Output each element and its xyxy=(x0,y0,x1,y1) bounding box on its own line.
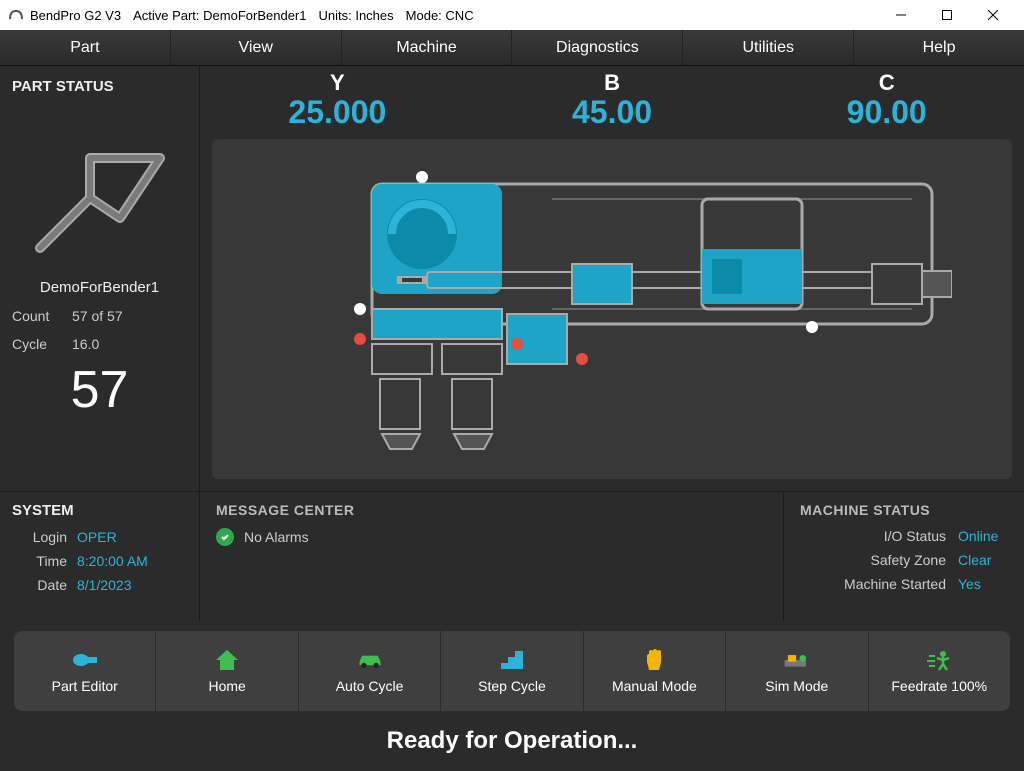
part-status-panel: PART STATUS DemoForBender1 Count 57 of 5… xyxy=(0,66,200,491)
machine-status-panel: MACHINE STATUS I/O Status Online Safety Z… xyxy=(784,492,1024,621)
time-value: 8:20:00 AM xyxy=(77,553,148,569)
menu-help[interactable]: Help xyxy=(854,30,1024,65)
menu-machine[interactable]: Machine xyxy=(342,30,513,65)
window-titlebar: BendPro G2 V3 Active Part: DemoForBender… xyxy=(0,0,1024,30)
feedrate-button[interactable]: Feedrate 100% xyxy=(869,631,1010,711)
step-cycle-button[interactable]: Step Cycle xyxy=(441,631,583,711)
message-text: No Alarms xyxy=(244,529,309,545)
part-name: DemoForBender1 xyxy=(12,279,187,296)
count-label: Count xyxy=(12,308,62,324)
date-label: Date xyxy=(12,577,67,593)
manual-mode-button[interactable]: Manual Mode xyxy=(584,631,726,711)
part-status-heading: PART STATUS xyxy=(12,78,187,95)
axis-y: Y 25.000 xyxy=(200,66,475,131)
sim-mode-button[interactable]: Sim Mode xyxy=(726,631,868,711)
date-value: 8/1/2023 xyxy=(77,577,132,593)
menu-part[interactable]: Part xyxy=(0,30,171,65)
machine-started-value: Yes xyxy=(958,576,1008,592)
sim-icon xyxy=(783,648,811,672)
machine-started-label: Machine Started xyxy=(844,576,946,592)
axis-c: C 90.00 xyxy=(749,66,1024,131)
speed-icon xyxy=(925,648,953,672)
cycle-value: 16.0 xyxy=(72,336,99,352)
app-name: BendPro G2 V3 xyxy=(30,8,121,23)
big-count: 57 xyxy=(12,360,187,420)
io-status-value: Online xyxy=(958,528,1008,544)
status-text: Ready for Operation... xyxy=(387,727,638,755)
mode-label: Mode: CNC xyxy=(406,8,474,23)
login-label: Login xyxy=(12,529,67,545)
app-logo-icon xyxy=(8,7,24,23)
machine-status-heading: MACHINE STATUS xyxy=(800,502,1008,518)
steps-icon xyxy=(498,648,526,672)
active-part-label: Active Part: DemoForBender1 xyxy=(133,8,306,23)
minimize-button[interactable] xyxy=(878,0,924,30)
part-3d-preview[interactable] xyxy=(12,103,187,273)
time-label: Time xyxy=(12,553,67,569)
machine-diagram[interactable] xyxy=(212,139,1012,479)
close-button[interactable] xyxy=(970,0,1016,30)
part-editor-icon xyxy=(71,648,99,672)
check-circle-icon xyxy=(216,528,234,546)
message-center-panel: MESSAGE CENTER No Alarms xyxy=(200,492,784,621)
safety-zone-value: Clear xyxy=(958,552,1008,568)
maximize-button[interactable] xyxy=(924,0,970,30)
part-editor-button[interactable]: Part Editor xyxy=(14,631,156,711)
menu-view[interactable]: View xyxy=(171,30,342,65)
home-icon xyxy=(213,648,241,672)
home-button[interactable]: Home xyxy=(156,631,298,711)
message-center-heading: MESSAGE CENTER xyxy=(216,502,767,518)
count-value: 57 of 57 xyxy=(72,308,123,324)
axes-readouts: Y 25.000 B 45.00 C 90.00 xyxy=(200,66,1024,131)
car-icon xyxy=(356,648,384,672)
safety-zone-label: Safety Zone xyxy=(871,552,947,568)
system-panel: SYSTEM Login OPER Time 8:20:00 AM Date 8/1/… xyxy=(0,492,200,621)
io-status-label: I/O Status xyxy=(884,528,946,544)
axis-b: B 45.00 xyxy=(475,66,750,131)
system-heading: SYSTEM xyxy=(12,502,187,519)
hand-icon xyxy=(640,648,668,672)
status-bar: Ready for Operation... xyxy=(0,721,1024,761)
units-label: Units: Inches xyxy=(318,8,393,23)
auto-cycle-button[interactable]: Auto Cycle xyxy=(299,631,441,711)
menubar: Part View Machine Diagnostics Utilities … xyxy=(0,30,1024,66)
bottom-toolbar: Part Editor Home Auto Cycle Step Cycle xyxy=(14,631,1010,711)
login-value: OPER xyxy=(77,529,117,545)
cycle-label: Cycle xyxy=(12,336,62,352)
menu-diagnostics[interactable]: Diagnostics xyxy=(512,30,683,65)
menu-utilities[interactable]: Utilities xyxy=(683,30,854,65)
